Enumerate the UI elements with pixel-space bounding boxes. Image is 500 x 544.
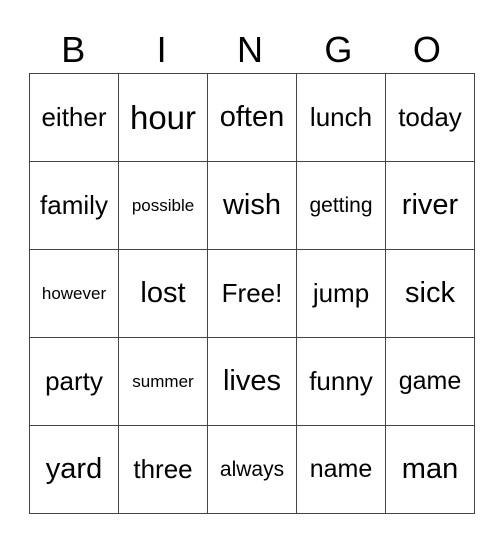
- card-cell: hour: [118, 73, 208, 162]
- card-cell: funny: [296, 337, 386, 426]
- card-cell: family: [29, 161, 119, 250]
- header-letter-i: I: [156, 29, 167, 70]
- card-row: family possible wish getting river: [29, 161, 475, 250]
- header-letter-g: G: [324, 29, 353, 70]
- card-cell: today: [385, 73, 475, 162]
- header-letter-o: O: [412, 29, 441, 70]
- card-cell: possible: [118, 161, 208, 250]
- card-cell: lost: [118, 249, 208, 338]
- card-cell: game: [385, 337, 475, 426]
- card-row: yard three always name man: [29, 425, 475, 514]
- card-cell: sick: [385, 249, 475, 338]
- card-cell: jump: [296, 249, 386, 338]
- free-space: Free!: [207, 249, 297, 338]
- card-cell: lives: [207, 337, 297, 426]
- card-cell: getting: [296, 161, 386, 250]
- card-row: party summer lives funny game: [29, 337, 475, 426]
- card-row: either hour often lunch today: [29, 73, 475, 162]
- header-letter-n: N: [237, 29, 264, 70]
- card-cell: party: [29, 337, 119, 426]
- card-cell: wish: [207, 161, 297, 250]
- card-cell: either: [29, 73, 119, 162]
- card-cell: river: [385, 161, 475, 250]
- card-cell: often: [207, 73, 297, 162]
- card-cell: summer: [118, 337, 208, 426]
- card-cell: man: [385, 425, 475, 514]
- card-cell: lunch: [296, 73, 386, 162]
- card-cell: however: [29, 249, 119, 338]
- card-cell: always: [207, 425, 297, 514]
- card-row: however lost Free! jump sick: [29, 249, 475, 338]
- card-cell: yard: [29, 425, 119, 514]
- card-cell: name: [296, 425, 386, 514]
- header-letter-b: B: [61, 29, 86, 70]
- card-cell: three: [118, 425, 208, 514]
- bingo-card: either hour often lunch today family pos…: [29, 73, 475, 514]
- bingo-header: B I N G O: [29, 28, 471, 72]
